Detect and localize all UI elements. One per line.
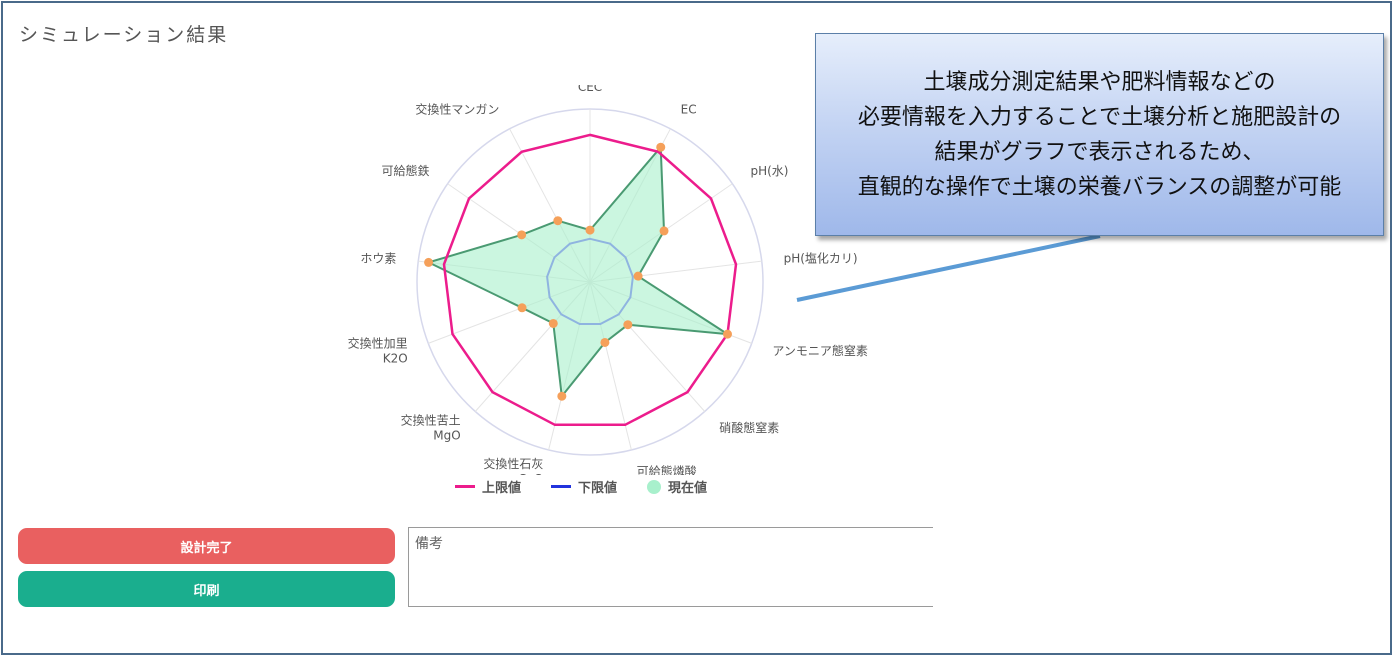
axis-label: 可給態燐酸 (637, 463, 697, 475)
axis-label: 交換性加里 K2O (348, 336, 408, 366)
axis-label: 交換性石灰CaO (483, 456, 543, 475)
series-current-point (722, 329, 732, 339)
axis-label-line: EC (681, 102, 697, 116)
callout-line: 直観的な操作で土壌の栄養バランスの調整が可能 (857, 174, 1342, 200)
legend-label-lower: 下限値 (578, 481, 618, 496)
series-current-point (517, 303, 527, 313)
axis-label-line: 交換性マンガン (415, 101, 499, 116)
axis-label-line: 可給態燐酸 (637, 463, 697, 475)
legend-item-upper[interactable]: 上限値 (455, 477, 521, 496)
axis-label-line: ホウ素 (360, 251, 396, 265)
axis-label-line: MgO (433, 428, 460, 442)
legend-item-current[interactable]: 現在値 (647, 477, 707, 496)
series-current-point (659, 226, 669, 236)
legend-label-upper: 上限値 (482, 481, 522, 496)
axis-label-line: 交換性苦土 (401, 412, 461, 427)
series-current-point (424, 257, 434, 267)
axis-label-line: CaO (518, 472, 543, 475)
axis-label: 硝酸態窒素 (719, 420, 779, 435)
series-current-point (517, 230, 527, 240)
series-current-point (557, 391, 567, 401)
print-button[interactable]: 印刷 (18, 571, 395, 607)
series-current-point (548, 318, 558, 328)
axis-label-line: CEC (578, 85, 602, 94)
series-current-point (623, 320, 633, 330)
callout-line: 土壌成分測定結果や肥料情報などの (923, 69, 1276, 95)
axis-label-line: pH(塩化カリ) (784, 250, 858, 265)
legend-label-current: 現在値 (668, 481, 708, 496)
series-current-point (633, 271, 643, 281)
design-complete-button[interactable]: 設計完了 (18, 528, 395, 564)
axis-label-line: K2O (383, 352, 408, 366)
axis-label-line: 硝酸態窒素 (719, 420, 779, 435)
callout-box: 土壌成分測定結果や肥料情報などの 必要情報を入力することで土壌分析と施肥設計の … (815, 33, 1384, 236)
legend-swatch-upper (455, 485, 475, 488)
axis-label-line: pH(水) (750, 164, 788, 178)
axis-label: EC (681, 102, 697, 116)
chart-legend: 上限値 下限値 現在値 (455, 477, 707, 496)
series-current-area (425, 144, 729, 399)
axis-label-line: 可給態鉄 (382, 163, 430, 178)
axis-label: pH(塩化カリ) (784, 250, 858, 265)
legend-item-lower[interactable]: 下限値 (551, 477, 617, 496)
axis-label-line: 交換性石灰 (483, 456, 543, 471)
axis-label: 交換性マンガン (415, 101, 499, 116)
axis-label: 交換性苦土 MgO (401, 412, 461, 442)
legend-swatch-lower (551, 485, 572, 488)
series-current-point (600, 337, 610, 347)
axis-label-line: アンモニア態窒素 (772, 343, 868, 358)
series-current-point (585, 225, 595, 235)
axis-label: ホウ素 (360, 251, 396, 265)
axis-label: アンモニア態窒素 (772, 343, 868, 358)
axis-label: 可給態鉄 (382, 163, 430, 178)
callout-line: 結果がグラフで表示されるため、 (934, 139, 1265, 165)
notes-input[interactable] (408, 527, 933, 607)
radar-chart: CEC EC pH(水) pH(塩化カリ) アンモニア態窒素硝酸態窒素可給態燐酸 交換性石… (348, 85, 868, 475)
legend-swatch-current (647, 479, 662, 494)
axis-label: pH(水) (750, 164, 788, 178)
series-current-point (656, 142, 666, 152)
axis-label-line: 交換性加里 (348, 336, 408, 351)
axis-label: CEC (578, 85, 602, 94)
page-title: シミュレーション結果 (19, 24, 229, 46)
series-current-point (553, 216, 563, 226)
callout-line: 必要情報を入力することで土壌分析と施肥設計の (857, 104, 1342, 130)
